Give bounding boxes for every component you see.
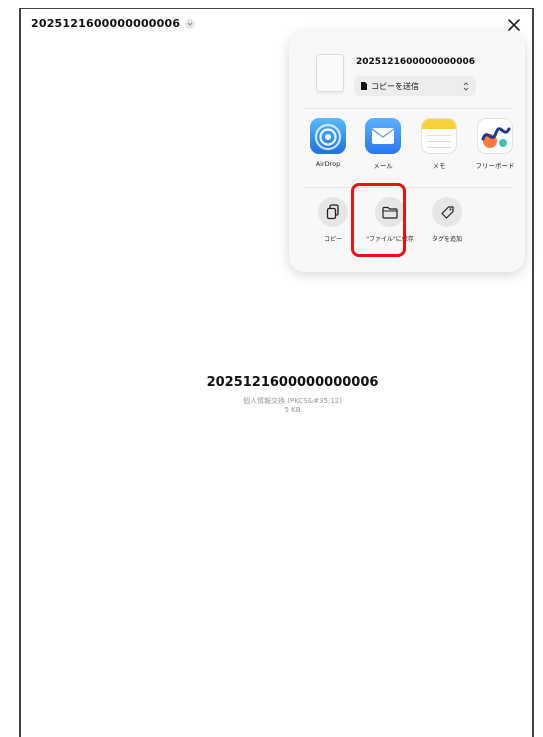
app-freeform[interactable]: フリーボード: [471, 118, 519, 170]
app-label: フリーボード: [475, 162, 515, 170]
mail-icon: [365, 118, 401, 154]
tag-icon: [432, 197, 462, 227]
notes-icon: [421, 118, 457, 154]
file-name: 2025121600000000006: [206, 375, 379, 390]
actions-row: コピー "ファイル"に保存 タグを追加: [307, 197, 507, 272]
share-sheet: 2025121600000000006 コピーを送信 AirDrop メール メ…: [289, 32, 525, 272]
action-label: タグを追加: [431, 236, 462, 243]
chevron-down-icon[interactable]: [185, 18, 196, 29]
copy-icon: [318, 197, 348, 227]
share-doc-title: 2025121600000000006: [356, 57, 475, 67]
apps-row: AirDrop メール メモ フリーボード: [304, 118, 519, 178]
freeform-icon: [477, 118, 513, 154]
send-mode-select[interactable]: コピーを送信: [354, 76, 476, 96]
send-mode-label: コピーを送信: [371, 81, 419, 91]
app-notes[interactable]: メモ: [415, 118, 463, 170]
doc-small-icon: [361, 82, 367, 90]
close-icon: [508, 19, 520, 31]
app-label: AirDrop: [315, 160, 341, 168]
highlight-box: [351, 183, 406, 257]
title-bar[interactable]: 2025121600000000006: [31, 17, 196, 30]
divider: [303, 187, 511, 188]
app-airdrop[interactable]: AirDrop: [304, 118, 352, 168]
file-size: 5 KB: [284, 406, 301, 414]
divider: [303, 108, 511, 109]
updown-chevron-icon: [463, 81, 469, 91]
document-title: 2025121600000000006: [31, 17, 181, 30]
app-mail[interactable]: メール: [359, 118, 407, 170]
app-label: メール: [373, 162, 393, 170]
document-frame: 2025121600000000006 2025121600000000006 …: [19, 8, 534, 737]
app-label: メモ: [432, 162, 446, 170]
document-icon: [316, 54, 344, 92]
file-type: 個人情報交換 (PKCS&#35;12): [243, 397, 342, 405]
action-add-tag[interactable]: タグを追加: [421, 197, 473, 244]
airdrop-icon: [310, 118, 346, 154]
